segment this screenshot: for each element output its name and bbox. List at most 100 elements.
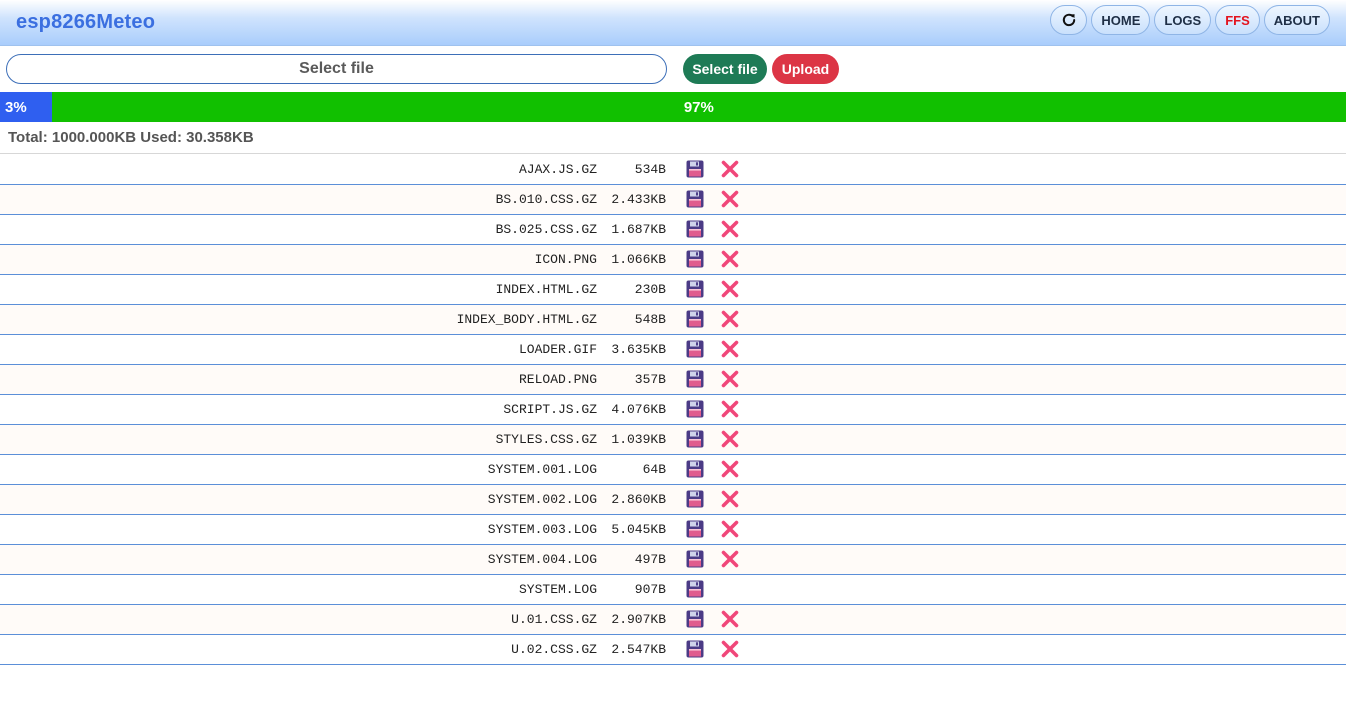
nav-about-button[interactable]: ABOUT [1263, 5, 1330, 35]
floppy-disk-icon[interactable] [686, 280, 704, 298]
file-size: 5.045KB [611, 522, 666, 537]
delete-x-icon[interactable] [721, 220, 739, 238]
file-row: ICON.PNG 1.066KB [0, 245, 1346, 275]
floppy-disk-icon[interactable] [686, 160, 704, 178]
file-size: 907B [634, 582, 666, 597]
file-name: U.01.CSS.GZ [511, 612, 597, 627]
floppy-disk-icon[interactable] [686, 580, 704, 598]
app-header: esp8266Meteo HOME LOGS FFS ABOUT [0, 0, 1346, 46]
file-row: U.02.CSS.GZ 2.547KB [0, 635, 1346, 665]
floppy-disk-icon[interactable] [686, 190, 704, 208]
delete-x-icon[interactable] [721, 550, 739, 568]
file-name: ICON.PNG [534, 252, 597, 267]
floppy-disk-icon[interactable] [686, 610, 704, 628]
floppy-disk-icon[interactable] [686, 310, 704, 328]
file-size: 357B [634, 372, 666, 387]
file-size: 1.066KB [611, 252, 666, 267]
file-size: 4.076KB [611, 402, 666, 417]
delete-x-icon[interactable] [721, 370, 739, 388]
floppy-disk-icon[interactable] [686, 640, 704, 658]
delete-x-icon[interactable] [721, 310, 739, 328]
floppy-disk-icon[interactable] [686, 430, 704, 448]
file-name: SYSTEM.002.LOG [487, 492, 597, 507]
floppy-disk-icon[interactable] [686, 520, 704, 538]
delete-x-icon[interactable] [721, 490, 739, 508]
storage-progress-bar: 3% 97% [0, 92, 1346, 122]
file-row: INDEX.HTML.GZ 230B [0, 275, 1346, 305]
file-row: U.01.CSS.GZ 2.907KB [0, 605, 1346, 635]
refresh-button[interactable] [1050, 5, 1088, 35]
file-row: BS.025.CSS.GZ 1.687KB [0, 215, 1346, 245]
file-size: 1.687KB [611, 222, 666, 237]
nav-ffs-button[interactable]: FFS [1215, 5, 1260, 35]
file-name: SYSTEM.004.LOG [487, 552, 597, 567]
file-row: LOADER.GIF 3.635KB [0, 335, 1346, 365]
file-name: LOADER.GIF [518, 342, 597, 357]
floppy-disk-icon[interactable] [686, 550, 704, 568]
delete-x-icon[interactable] [721, 610, 739, 628]
delete-x-icon[interactable] [721, 400, 739, 418]
file-row: SYSTEM.LOG 907B [0, 575, 1346, 605]
file-size: 230B [634, 282, 666, 297]
refresh-icon [1062, 13, 1076, 27]
floppy-disk-icon[interactable] [686, 340, 704, 358]
file-name: BS.010.CSS.GZ [495, 192, 597, 207]
floppy-disk-icon[interactable] [686, 250, 704, 268]
file-name: INDEX.HTML.GZ [495, 282, 597, 297]
file-size: 2.433KB [611, 192, 666, 207]
file-size: 64B [642, 462, 666, 477]
floppy-disk-icon[interactable] [686, 490, 704, 508]
floppy-disk-icon[interactable] [686, 220, 704, 238]
brand-title[interactable]: esp8266Meteo [16, 11, 155, 34]
storage-summary: Total: 1000.000KB Used: 30.358KB [0, 122, 1346, 154]
file-size: 548B [634, 312, 666, 327]
nav-logs-button[interactable]: LOGS [1154, 5, 1212, 35]
file-size: 2.860KB [611, 492, 666, 507]
file-size: 3.635KB [611, 342, 666, 357]
file-size: 1.039KB [611, 432, 666, 447]
file-row: AJAX.JS.GZ 534B [0, 155, 1346, 185]
file-name: STYLES.CSS.GZ [495, 432, 597, 447]
file-row: SYSTEM.002.LOG 2.860KB [0, 485, 1346, 515]
delete-x-icon[interactable] [721, 640, 739, 658]
file-row: STYLES.CSS.GZ 1.039KB [0, 425, 1346, 455]
delete-x-icon[interactable] [721, 160, 739, 178]
floppy-disk-icon[interactable] [686, 460, 704, 478]
delete-x-icon[interactable] [721, 190, 739, 208]
file-name: SCRIPT.JS.GZ [503, 402, 597, 417]
file-path-input[interactable]: Select file [6, 54, 667, 84]
file-size: 2.907KB [611, 612, 666, 627]
delete-x-icon[interactable] [721, 280, 739, 298]
select-file-button[interactable]: Select file [683, 54, 767, 84]
file-name: U.02.CSS.GZ [511, 642, 597, 657]
file-row: INDEX_BODY.HTML.GZ 548B [0, 305, 1346, 335]
file-row: SYSTEM.003.LOG 5.045KB [0, 515, 1346, 545]
nav-home-button[interactable]: HOME [1091, 5, 1151, 35]
file-row: SCRIPT.JS.GZ 4.076KB [0, 395, 1346, 425]
free-space-segment: 97% [51, 92, 1346, 122]
file-name: BS.025.CSS.GZ [495, 222, 597, 237]
upload-button[interactable]: Upload [772, 54, 839, 84]
floppy-disk-icon[interactable] [686, 400, 704, 418]
file-row: BS.010.CSS.GZ 2.433KB [0, 185, 1346, 215]
delete-x-icon[interactable] [721, 460, 739, 478]
file-name: AJAX.JS.GZ [518, 162, 597, 177]
upload-bar: Select file Select file Upload [0, 46, 1346, 92]
file-name: RELOAD.PNG [518, 372, 597, 387]
delete-x-icon[interactable] [721, 430, 739, 448]
file-size: 497B [634, 552, 666, 567]
used-space-segment: 3% [0, 92, 52, 122]
file-size: 2.547KB [611, 642, 666, 657]
delete-x-icon[interactable] [721, 520, 739, 538]
file-name: SYSTEM.001.LOG [487, 462, 597, 477]
delete-x-icon[interactable] [721, 250, 739, 268]
file-name: INDEX_BODY.HTML.GZ [456, 312, 597, 327]
nav-bar: HOME LOGS FFS ABOUT [1050, 5, 1330, 35]
file-row: RELOAD.PNG 357B [0, 365, 1346, 395]
floppy-disk-icon[interactable] [686, 370, 704, 388]
file-name: SYSTEM.003.LOG [487, 522, 597, 537]
delete-x-icon[interactable] [721, 340, 739, 358]
file-row: SYSTEM.001.LOG 64B [0, 455, 1346, 485]
file-list: AJAX.JS.GZ 534B BS.010.CSS.GZ 2.433KB BS.025… [0, 155, 1346, 665]
file-size: 534B [634, 162, 666, 177]
